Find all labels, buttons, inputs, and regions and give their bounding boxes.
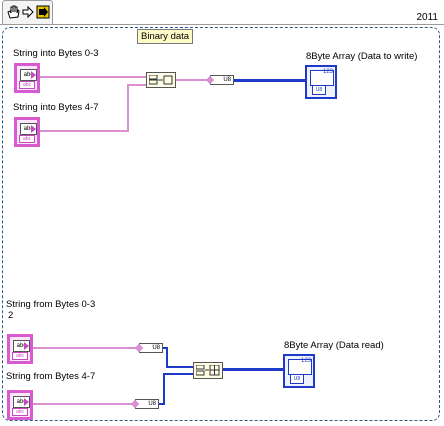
wire-read-4-7[interactable] xyxy=(33,403,133,405)
output-arrow-icon xyxy=(24,398,29,406)
version-label: 2011 xyxy=(416,12,438,23)
wire-byte-array-a-join[interactable] xyxy=(166,366,193,368)
array-count: 123 xyxy=(322,69,333,75)
output-arrow-icon xyxy=(31,125,36,133)
concatenate-strings-node[interactable] xyxy=(146,72,176,88)
output-arrow-icon xyxy=(24,342,29,350)
wire-byte-array-b-join[interactable] xyxy=(163,373,193,375)
control-type-foot: abc xyxy=(19,81,35,89)
build-array-node[interactable] xyxy=(193,362,223,379)
control-type-foot: abc xyxy=(12,408,28,416)
string-control-write-0-3[interactable]: abc abc xyxy=(14,63,40,93)
indicator-label-read: 8Byte Array (Data read) xyxy=(284,340,384,351)
tab-divider xyxy=(0,24,444,25)
control-label-read-0-3: String from Bytes 0-3 xyxy=(6,299,96,310)
array-indicator-write[interactable]: 123 U8 xyxy=(305,65,337,99)
wire-byte-array-a-riser[interactable] xyxy=(166,347,168,368)
control-type-foot: abc xyxy=(19,135,35,143)
control-type-foot: abc xyxy=(12,352,28,360)
wire-concat-out[interactable] xyxy=(176,79,208,81)
build-array-icon xyxy=(196,365,220,376)
arrow-icon[interactable] xyxy=(21,5,35,19)
control-label-write-0-3: String into Bytes 0-3 xyxy=(13,48,99,59)
string-to-byte-array-node-4-7[interactable]: U8 xyxy=(135,399,159,409)
string-control-read-0-3[interactable]: abc abc xyxy=(7,334,33,364)
concatenate-icon xyxy=(149,75,173,85)
wire-write-4-7-riser[interactable] xyxy=(127,84,129,132)
array-type-badge: U8 xyxy=(312,85,326,95)
string-to-byte-array-node-0-3[interactable]: U8 xyxy=(139,343,163,353)
array-count: 123 xyxy=(300,358,311,364)
array-indicator-read[interactable]: 123 U8 xyxy=(283,354,315,388)
wire-byte-array-b-riser[interactable] xyxy=(163,373,165,405)
control-label-read-4-7: String from Bytes 4-7 xyxy=(6,371,96,382)
wire-read-0-3[interactable] xyxy=(33,347,137,349)
control-label-write-4-7: String into Bytes 4-7 xyxy=(13,102,99,113)
control-sublabel-read-0-3: 2 xyxy=(8,310,14,321)
output-arrow-icon xyxy=(31,71,36,79)
string-control-write-4-7[interactable]: abc abc xyxy=(14,117,40,147)
tool-palette xyxy=(2,0,53,25)
comment-note: Binary data xyxy=(137,29,194,44)
wire-write-4-7[interactable] xyxy=(40,130,128,132)
hand-icon[interactable] xyxy=(6,5,20,19)
array-type-badge: U8 xyxy=(290,374,304,384)
string-to-byte-array-node[interactable]: U8 xyxy=(210,75,234,85)
wire-byte-array-write[interactable] xyxy=(234,79,306,82)
indicator-label-write: 8Byte Array (Data to write) xyxy=(306,51,418,62)
wire-write-4-7-join[interactable] xyxy=(127,84,146,86)
wire-write-0-3[interactable] xyxy=(40,76,146,78)
run-icon[interactable] xyxy=(36,5,50,19)
wire-byte-array-read[interactable] xyxy=(223,368,283,371)
string-control-read-4-7[interactable]: abc abc xyxy=(7,390,33,420)
